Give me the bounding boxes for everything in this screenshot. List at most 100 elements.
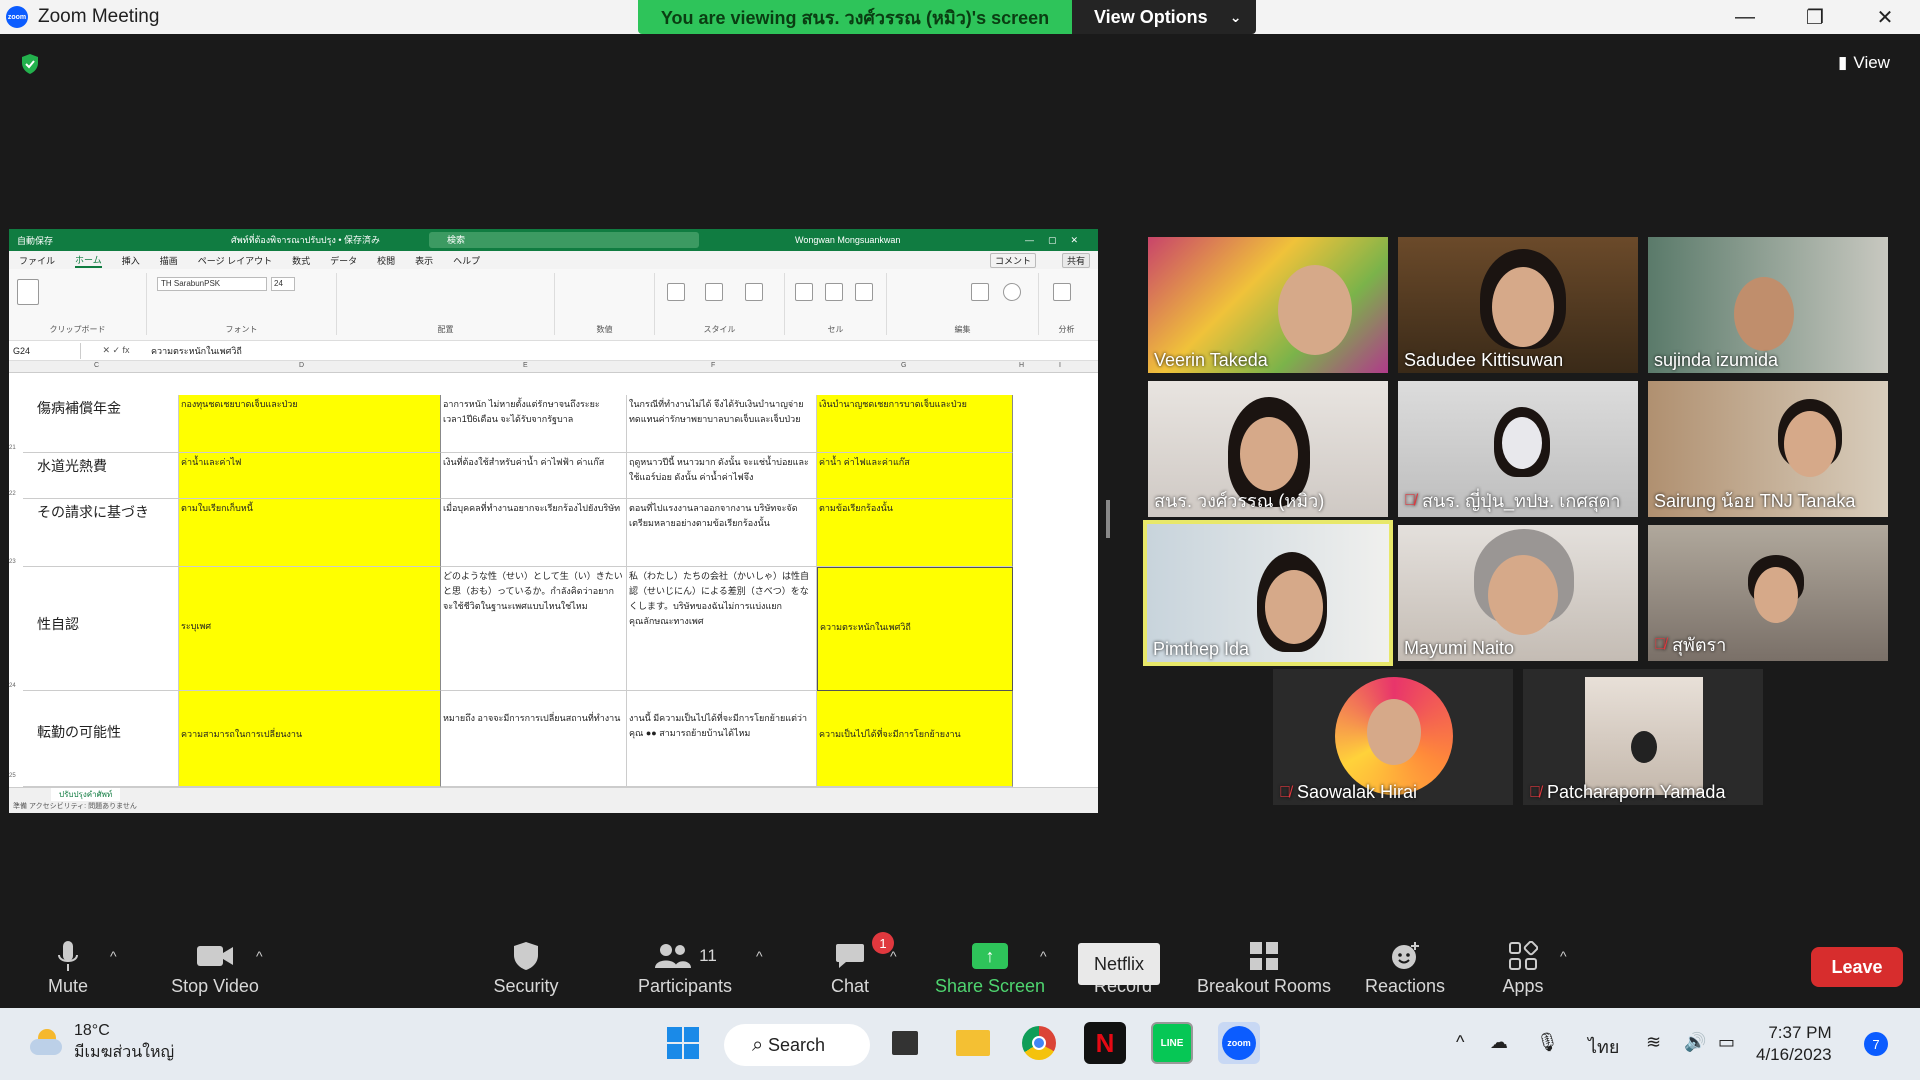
row-number[interactable]: 24 [9, 683, 23, 689]
video-tile-active-speaker[interactable]: Pimthep Ida [1143, 520, 1393, 666]
conditional-format-icon[interactable] [667, 283, 685, 301]
menu-view[interactable]: 表示 [415, 254, 433, 267]
netflix-icon[interactable]: N [1084, 1022, 1126, 1064]
excel-search-box[interactable]: 検索 [429, 232, 699, 248]
encryption-shield-icon[interactable] [18, 52, 42, 76]
cell-g24-selected[interactable]: ความตระหนักในเพศวิถี [817, 567, 1013, 691]
participants-button[interactable]: 11 Participants [630, 936, 740, 997]
insert-cells-icon[interactable] [795, 283, 813, 301]
battery-icon[interactable]: ▭ [1718, 1032, 1735, 1053]
excel-share-button[interactable]: 共有 [1061, 252, 1090, 268]
microphone-tray-icon[interactable]: 🎙 [1536, 1032, 1559, 1053]
row-number[interactable]: 22 [9, 491, 23, 497]
video-tile[interactable]: Sairung น้อย TNJ Tanaka [1648, 381, 1888, 517]
analyze-data-icon[interactable] [1053, 283, 1071, 301]
zoom-app-icon[interactable]: zoom [1218, 1022, 1260, 1064]
paste-icon[interactable] [17, 279, 39, 305]
menu-formulas[interactable]: 数式 [292, 254, 310, 267]
video-tile[interactable]: 🎙̸ สุพัตรา [1648, 525, 1888, 661]
font-name-select[interactable]: TH SarabunPSK [157, 277, 267, 291]
stop-video-button[interactable]: Stop Video [160, 936, 270, 997]
video-tile[interactable]: สนร. วงศ์วรรณ (หมิว) [1148, 381, 1388, 517]
video-tile[interactable]: Mayumi Naito [1398, 525, 1638, 661]
video-tile[interactable]: Veerin Takeda [1148, 237, 1388, 373]
chevron-up-icon[interactable]: ^ [110, 948, 117, 964]
security-button[interactable]: Security [486, 936, 566, 997]
apps-button[interactable]: Apps [1498, 936, 1548, 997]
cell-g23[interactable]: ตามข้อเรียกร้องนั้น [817, 499, 1013, 567]
chrome-icon[interactable] [1018, 1022, 1060, 1064]
sort-filter-icon[interactable] [971, 283, 989, 301]
taskbar-search[interactable]: ⌕ Search [724, 1024, 870, 1066]
windows-start-icon[interactable] [662, 1022, 704, 1064]
file-explorer-icon[interactable] [952, 1022, 994, 1064]
menu-data[interactable]: データ [330, 254, 357, 267]
row-number[interactable]: 25 [9, 773, 23, 779]
input-language[interactable]: ไทย [1588, 1032, 1619, 1061]
cell-d23[interactable]: ตามใบเรียกเก็บหนี้ [179, 499, 441, 567]
chevron-up-icon[interactable]: ^ [256, 948, 263, 964]
row-number[interactable]: 21 [9, 445, 23, 451]
cell-g21[interactable]: เงินบำนาญชดเชยการบาดเจ็บและป่วย [817, 395, 1013, 453]
menu-help[interactable]: ヘルプ [453, 254, 480, 267]
delete-cells-icon[interactable] [825, 283, 843, 301]
volume-icon[interactable]: 🔊 [1684, 1032, 1706, 1053]
video-tile[interactable]: 🎙̸ Patcharaporn Yamada [1523, 669, 1763, 805]
onedrive-icon[interactable]: ☁ [1490, 1032, 1508, 1053]
cell-e22[interactable]: เงินที่ต้องใช้สำหรับค่าน้ำ ค่าไฟฟ้า ค่าแ… [441, 453, 627, 499]
minimize-icon[interactable]: — [1710, 0, 1780, 34]
menu-file[interactable]: ファイル [19, 254, 55, 267]
excel-window-controls[interactable]: —▢✕ [1025, 235, 1092, 246]
menu-home[interactable]: ホーム [75, 253, 102, 268]
cell-e25[interactable]: หมายถึง อาจจะมีการการเปลี่ยนสถานที่ทำงาน [441, 691, 627, 787]
chevron-up-icon[interactable]: ^ [1560, 948, 1567, 964]
name-box[interactable]: G24 [9, 342, 81, 359]
video-tile[interactable]: sujinda izumida [1648, 237, 1888, 373]
cell-c22[interactable]: 水道光熱費 [23, 453, 179, 499]
col-header-g[interactable]: G [901, 362, 906, 369]
col-header-e[interactable]: E [523, 362, 528, 369]
cell-c23[interactable]: その請求に基づき [23, 499, 179, 567]
spreadsheet-grid[interactable]: 21 傷病補償年金 กองทุนชดเชยบาดเจ็บและป่วย อากา… [9, 395, 1098, 787]
cell-g25[interactable]: ความเป็นไปได้ที่จะมีการโยกย้ายงาน [817, 691, 1013, 787]
chevron-up-icon[interactable]: ^ [1040, 948, 1047, 964]
weather-widget[interactable]: 18°C มีเมฆส่วนใหญ่ [28, 1020, 174, 1064]
cell-c24[interactable]: 性自認 [23, 567, 179, 691]
cell-f23[interactable]: ตอนที่ไปแรงงานลาออกจากงาน บริษัทจะจัดเตร… [627, 499, 817, 567]
chevron-up-icon[interactable]: ^ [890, 948, 897, 964]
view-options-button[interactable]: View Options ⌄ [1072, 0, 1256, 34]
col-header-c[interactable]: C [94, 362, 99, 369]
cell-e24[interactable]: どのような性（せい）として生（い）きたいと思（おも）っているか。กำลังคิด… [441, 567, 627, 691]
cell-e23[interactable]: เมื่อบุคคลที่ทำงานอยากจะเรียกร้องไปยังบร… [441, 499, 627, 567]
cell-c21[interactable]: 傷病補償年金 [23, 395, 179, 453]
task-view-icon[interactable] [884, 1022, 926, 1064]
chat-button[interactable]: 1 Chat [820, 932, 894, 997]
cell-c25[interactable]: 転勤の可能性 [23, 691, 179, 787]
col-header-h[interactable]: H [1019, 362, 1024, 369]
menu-insert[interactable]: 挿入 [122, 254, 140, 267]
close-icon[interactable]: ✕ [1850, 0, 1920, 34]
cell-f21[interactable]: ในกรณีที่ทำงานไม่ได้ จึงได้รับเงินบำนาญจ… [627, 395, 817, 453]
line-app-icon[interactable]: LINE [1151, 1022, 1193, 1064]
chevron-up-icon[interactable]: ^ [756, 948, 763, 964]
menu-review[interactable]: 校閲 [377, 254, 395, 267]
cell-d21[interactable]: กองทุนชดเชยบาดเจ็บและป่วย [179, 395, 441, 453]
reactions-button[interactable]: Reactions [1362, 936, 1448, 997]
cell-f24[interactable]: 私（わたし）たちの会社（かいしゃ）は性自認（せいじにん）による差別（さべつ）をな… [627, 567, 817, 691]
col-header-d[interactable]: D [299, 362, 304, 369]
row-number[interactable]: 23 [9, 559, 23, 565]
video-tile[interactable]: 🎙̸ สนร. ญี่ปุ่น_ทปษ. เกศสุดา [1398, 381, 1638, 517]
shared-screen[interactable]: 自動保存 ศัพท์ที่ต้องพิจารณาปรับปรุง • 保存済み … [9, 229, 1098, 813]
cell-d22[interactable]: ค่าน้ำและค่าไฟ [179, 453, 441, 499]
video-tile[interactable]: 🎙̸ Saowalak Hirai [1273, 669, 1513, 805]
taskbar-clock[interactable]: 7:37 PM 4/16/2023 [1756, 1022, 1832, 1066]
restore-icon[interactable]: ❐ [1780, 0, 1850, 34]
share-screen-button[interactable]: ↑ Share Screen [934, 936, 1046, 997]
view-layout-button[interactable]: ▮ View [1822, 48, 1906, 78]
excel-comment-button[interactable]: コメント [989, 252, 1036, 268]
find-select-icon[interactable] [1003, 283, 1021, 301]
chevron-up-icon[interactable]: ^ [1456, 1032, 1464, 1053]
cell-g22[interactable]: ค่าน้ำ ค่าไฟและค่าแก๊ส [817, 453, 1013, 499]
formula-input[interactable]: ความตระหนักในเพศวิถี [151, 344, 242, 358]
breakout-rooms-button[interactable]: Breakout Rooms [1194, 936, 1334, 997]
